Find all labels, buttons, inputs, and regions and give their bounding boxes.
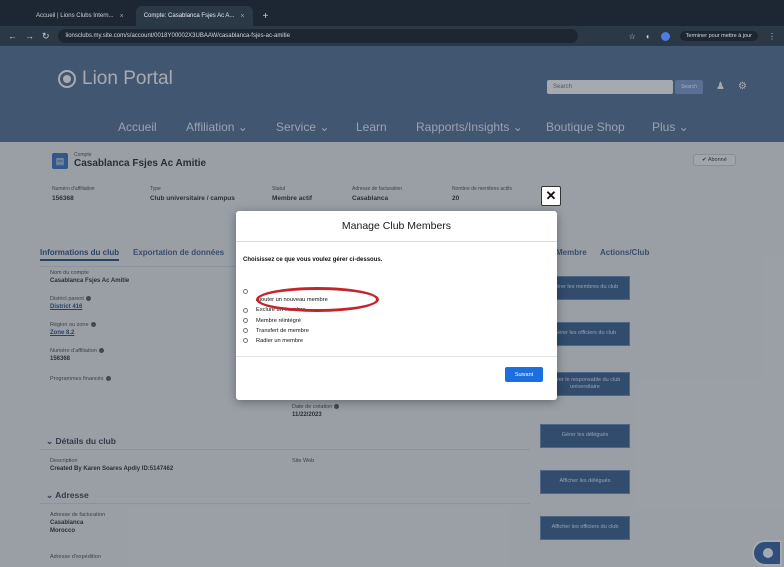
forward-icon[interactable]: →	[25, 31, 34, 41]
browser-tab-accueil[interactable]: Accueil | Lions Clubs Intern... ×	[28, 6, 132, 26]
close-icon[interactable]: ×	[120, 13, 124, 20]
close-icon[interactable]: ✕	[541, 186, 561, 206]
modal-title: Manage Club Members	[236, 211, 557, 242]
close-icon[interactable]: ×	[240, 13, 244, 20]
radio-transfer-member[interactable]	[243, 328, 248, 333]
option-drop-member[interactable]: Radier un membre	[256, 338, 303, 344]
star-icon[interactable]: ☆	[629, 32, 636, 41]
modal-prompt: Choisissez ce que vous voulez gérer ci-d…	[243, 257, 383, 263]
next-button[interactable]: Suivant	[505, 367, 543, 382]
address-bar: ← → ↻ lionsclubs.my.site.com/s/account/0…	[0, 26, 784, 46]
new-tab-button[interactable]: +	[257, 6, 275, 26]
extensions-icon[interactable]: ◐	[646, 32, 651, 41]
radio-reinstate-member[interactable]	[243, 318, 248, 323]
tab-title: Accueil | Lions Clubs Intern...	[36, 13, 114, 19]
browser-tab-bar: Accueil | Lions Clubs Intern... × Compte…	[0, 0, 784, 26]
menu-icon[interactable]: ⋮	[768, 32, 776, 41]
option-reinstate-member[interactable]: Membre réintégré	[256, 318, 301, 324]
tab-title: Compte: Casablanca Fsjes Ac A...	[143, 13, 235, 19]
radio-add-member[interactable]	[243, 289, 248, 294]
highlight-ellipse	[256, 287, 379, 312]
browser-actions: ☆ ◐ Terminer pour mettre à jour ⋮	[629, 31, 776, 41]
update-button[interactable]: Terminer pour mettre à jour	[679, 31, 758, 41]
modal-footer-divider	[236, 356, 557, 357]
profile-avatar[interactable]	[660, 31, 670, 41]
browser-tab-compte[interactable]: Compte: Casablanca Fsjes Ac A... ×	[135, 6, 253, 26]
option-transfer-member[interactable]: Transfert de membre	[256, 328, 309, 334]
back-icon[interactable]: ←	[8, 31, 17, 41]
radio-drop-member[interactable]	[243, 338, 248, 343]
url-field[interactable]: lionsclubs.my.site.com/s/account/0018Y00…	[57, 29, 578, 43]
reload-icon[interactable]: ↻	[42, 31, 50, 42]
radio-exclude-member[interactable]	[243, 308, 248, 313]
